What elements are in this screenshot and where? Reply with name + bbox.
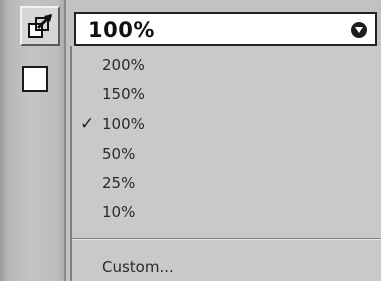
zoom-option-100[interactable]: ✓ 100% (80, 113, 145, 135)
zoom-option-custom[interactable]: Custom... (102, 256, 174, 278)
menu-separator (72, 238, 381, 240)
zoom-dropdown-list: 200% 150% ✓ 100% 50% 25% 10% Custom... (70, 46, 381, 281)
zoom-option-label: Custom... (102, 258, 174, 276)
zoom-option-150[interactable]: 150% (102, 83, 145, 105)
dropdown-arrow-icon[interactable] (351, 22, 367, 38)
fill-color-swatch[interactable] (22, 66, 48, 92)
zoom-option-label: 50% (102, 145, 136, 163)
transform-tool-button[interactable] (20, 6, 60, 46)
zoom-option-25[interactable]: 25% (102, 172, 135, 194)
zoom-option-50[interactable]: 50% (102, 143, 135, 165)
zoom-option-label: 10% (102, 203, 136, 221)
zoom-option-label: 200% (102, 56, 145, 74)
left-toolbar (0, 0, 66, 281)
checkmark-icon: ✓ (80, 114, 95, 134)
zoom-option-10[interactable]: 10% (102, 201, 135, 223)
zoom-option-label: 25% (102, 174, 136, 192)
zoom-option-label: 150% (102, 85, 145, 103)
transform-arrow-icon (28, 13, 53, 38)
zoom-current-value: 100% (88, 18, 155, 42)
zoom-option-label: 100% (102, 115, 145, 133)
zoom-option-200[interactable]: 200% (102, 54, 145, 76)
zoom-menu-screen: 100% 200% 150% ✓ 100% 50% 25% 10% Custom… (0, 0, 381, 281)
zoom-combo-box[interactable]: 100% (74, 12, 377, 46)
